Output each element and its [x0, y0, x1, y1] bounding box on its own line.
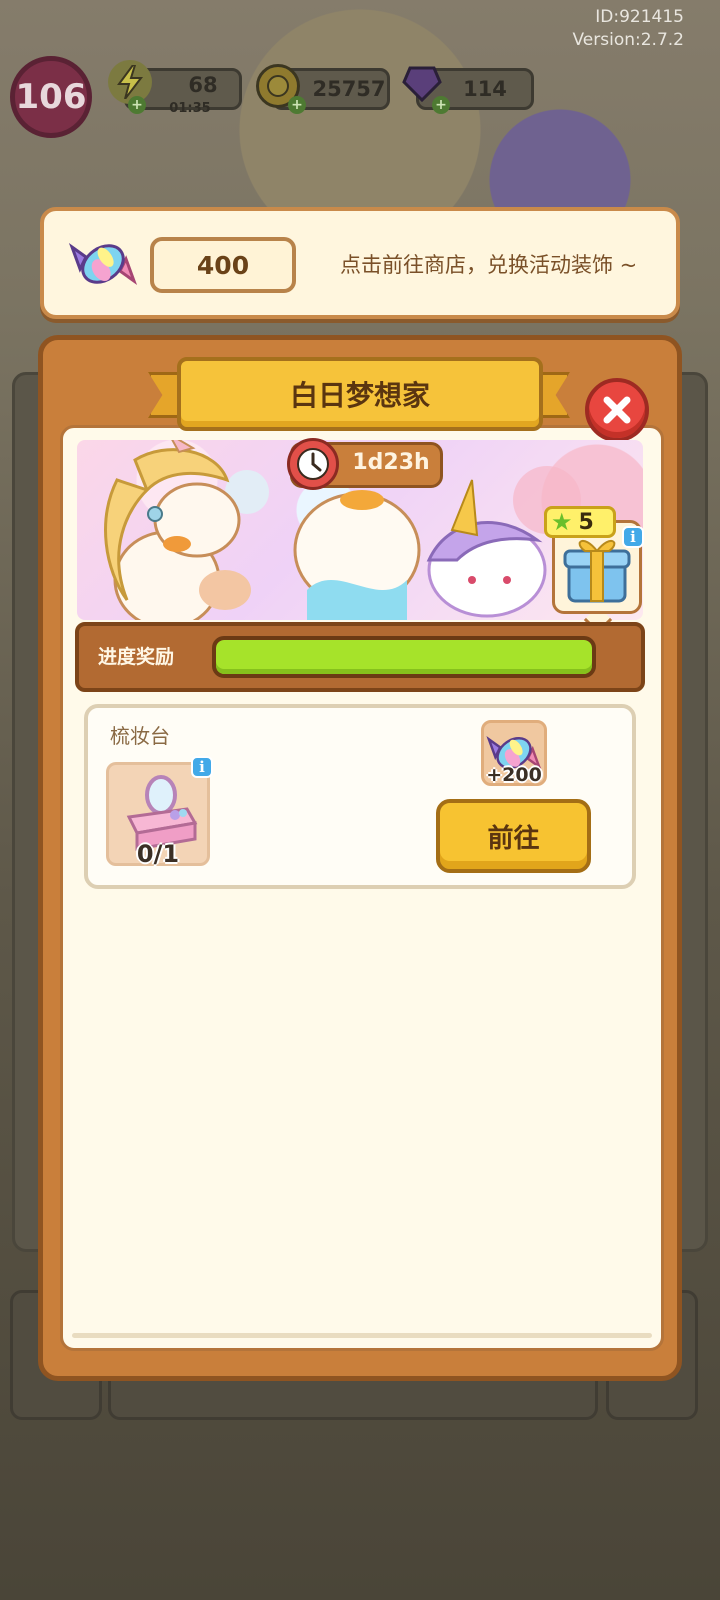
player-id: ID:921415: [595, 7, 684, 27]
reward-star-count: 5: [578, 509, 594, 535]
reward-star-tag: ★ 5: [544, 506, 616, 538]
shop-hint-text[interactable]: 点击前往商店，兑换活动装饰 ~: [340, 249, 684, 279]
gem-value: 114: [463, 77, 507, 101]
go-button[interactable]: 前往: [436, 799, 591, 873]
event-timer-text: 1d23h: [352, 450, 430, 475]
clock-icon: [287, 438, 339, 490]
close-button[interactable]: [585, 378, 649, 442]
star-icon: ★: [551, 508, 573, 536]
build-info: ID:921415 Version:2.7.2: [573, 6, 685, 52]
gem-plus-icon[interactable]: +: [432, 96, 450, 114]
candy-currency-banner: 400 点击前往商店，兑换活动装饰 ~: [40, 207, 680, 319]
task-info-icon[interactable]: i: [191, 756, 213, 778]
candy-count: 400: [150, 237, 296, 293]
task-name: 梳妆台: [110, 724, 170, 748]
progress-fill: [216, 640, 592, 674]
event-title: 白日梦想家: [289, 379, 430, 412]
level-value: 106: [15, 77, 87, 117]
energy-timer: 01:35: [169, 101, 211, 116]
energy-value: 68: [188, 73, 218, 97]
version-text: Version:2.7.2: [572, 30, 685, 50]
energy-plus-icon[interactable]: +: [128, 96, 146, 114]
candy-icon: [68, 242, 138, 286]
progress-track: [212, 636, 596, 678]
coin-plus-icon[interactable]: +: [288, 96, 306, 114]
top-hud: ID:921415 Version:2.7.2 106 68 + 01:35 2…: [0, 0, 720, 138]
coin-value: 25757: [312, 77, 386, 101]
progress-label: 进度奖励: [98, 646, 175, 668]
panel-divider: [72, 1333, 652, 1338]
level-badge[interactable]: 106: [10, 56, 92, 138]
task-progress-text: 0/1: [136, 840, 180, 868]
close-icon: [603, 396, 631, 424]
task-reward-amount: +200: [486, 764, 542, 786]
event-title-plate: 白日梦想家: [177, 357, 543, 431]
chest-info-icon[interactable]: i: [622, 526, 644, 548]
